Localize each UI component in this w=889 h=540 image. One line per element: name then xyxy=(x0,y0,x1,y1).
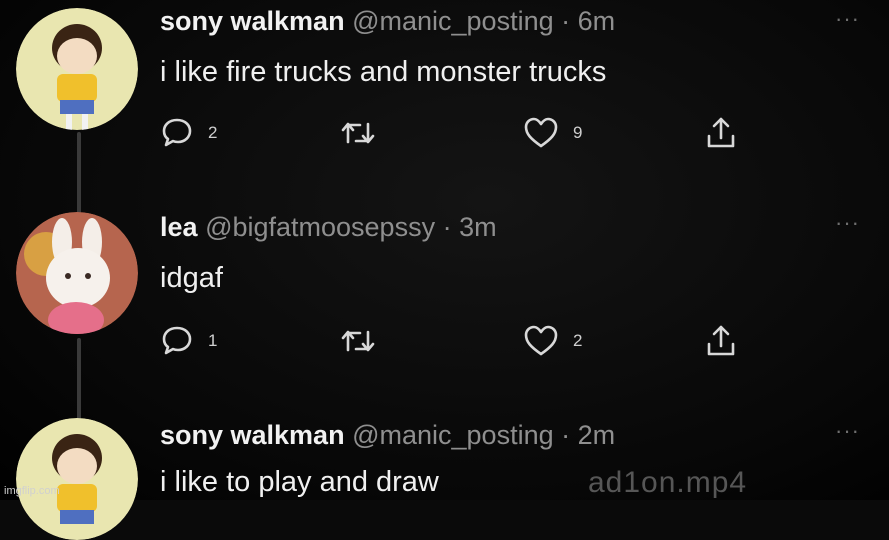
user-handle[interactable]: @manic_posting xyxy=(352,420,554,450)
reply-icon xyxy=(162,118,192,147)
retweet-button[interactable] xyxy=(340,324,390,358)
user-handle[interactable]: @manic_posting xyxy=(352,6,554,36)
avatar[interactable] xyxy=(16,418,138,540)
share-icon xyxy=(707,325,735,356)
share-button[interactable] xyxy=(704,322,738,358)
display-name[interactable]: sony walkman xyxy=(160,420,345,450)
reply-icon xyxy=(162,326,192,355)
timestamp[interactable]: · 3m xyxy=(443,212,497,242)
imgflip-watermark: imgflip.com xyxy=(4,485,60,497)
retweet-button[interactable] xyxy=(340,116,390,150)
display-name[interactable]: lea xyxy=(160,212,198,242)
avatar[interactable] xyxy=(16,8,138,130)
like-button[interactable]: 2 xyxy=(523,324,582,358)
reply-button[interactable]: 2 xyxy=(160,116,217,150)
reply-count: 2 xyxy=(208,123,218,142)
tweet-header: sony walkman @manic_posting · 2m xyxy=(160,420,615,451)
timestamp[interactable]: · 2m xyxy=(561,420,615,450)
more-icon[interactable]: ··· xyxy=(835,6,860,32)
tweet-text: i like to play and draw xyxy=(160,466,439,498)
tweet[interactable]: sony walkman @manic_posting · 2m ··· i l… xyxy=(0,410,889,540)
avatar[interactable] xyxy=(16,212,138,334)
timestamp[interactable]: · 6m xyxy=(561,6,615,36)
like-count: 2 xyxy=(573,331,583,350)
like-count: 9 xyxy=(573,123,583,142)
tweet[interactable]: lea @bigfatmoosepssy · 3m ··· idgaf 1 2 xyxy=(0,200,889,410)
like-button[interactable]: 9 xyxy=(523,116,582,150)
more-icon[interactable]: ··· xyxy=(835,210,860,236)
tweet-header: lea @bigfatmoosepssy · 3m xyxy=(160,212,497,243)
retweet-icon xyxy=(341,122,375,144)
tweet-text: i like fire trucks and monster trucks xyxy=(160,56,607,88)
video-watermark: ad1on.mp4 xyxy=(588,466,748,499)
like-icon xyxy=(524,117,558,148)
reply-count: 1 xyxy=(208,331,218,350)
display-name[interactable]: sony walkman xyxy=(160,6,345,36)
retweet-icon xyxy=(341,330,375,352)
more-icon[interactable]: ··· xyxy=(835,418,860,444)
screen-frame: sony walkman @manic_posting · 6m ··· i l… xyxy=(0,0,889,540)
share-icon xyxy=(707,117,735,148)
tweet[interactable]: sony walkman @manic_posting · 6m ··· i l… xyxy=(0,0,889,200)
like-icon xyxy=(524,325,558,356)
tweet-text: idgaf xyxy=(160,262,223,294)
share-button[interactable] xyxy=(704,114,738,150)
reply-button[interactable]: 1 xyxy=(160,324,217,358)
user-handle[interactable]: @bigfatmoosepssy xyxy=(205,212,435,242)
tweet-header: sony walkman @manic_posting · 6m xyxy=(160,6,615,37)
